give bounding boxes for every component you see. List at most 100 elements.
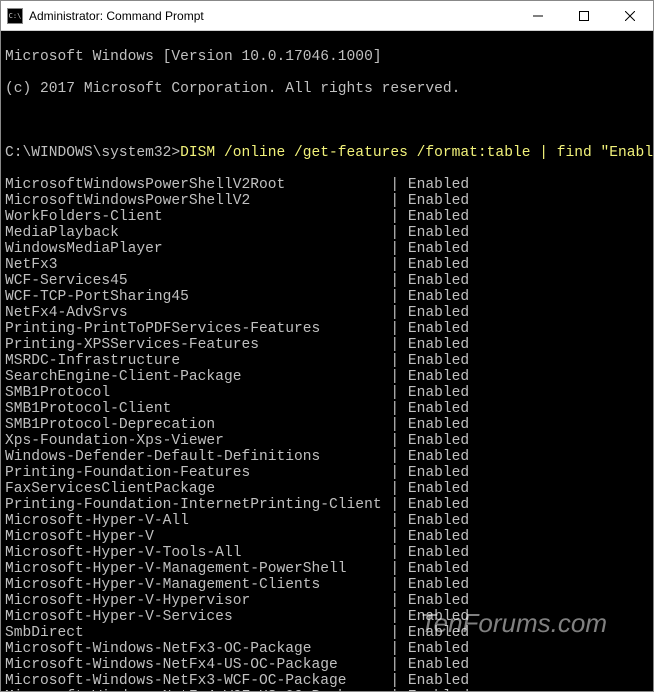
separator: |	[390, 609, 408, 625]
feature-name: Microsoft-Hyper-V-Management-Clients	[5, 577, 390, 593]
separator: |	[390, 353, 408, 369]
feature-status: Enabled	[408, 529, 469, 545]
feature-row: Microsoft-Hyper-V-Management-Clients | E…	[5, 577, 649, 593]
feature-name: MediaPlayback	[5, 225, 390, 241]
feature-name: MicrosoftWindowsPowerShellV2Root	[5, 177, 390, 193]
separator: |	[390, 545, 408, 561]
feature-row: SMB1Protocol-Client | Enabled	[5, 401, 649, 417]
feature-row: Microsoft-Windows-NetFx3-OC-Package | En…	[5, 641, 649, 657]
window-title: Administrator: Command Prompt	[29, 9, 204, 23]
maximize-icon	[579, 11, 589, 21]
feature-row: Microsoft-Hyper-V-Services | Enabled	[5, 609, 649, 625]
separator: |	[390, 657, 408, 673]
feature-row: NetFx3 | Enabled	[5, 257, 649, 273]
feature-row: SMB1Protocol | Enabled	[5, 385, 649, 401]
separator: |	[390, 417, 408, 433]
separator: |	[390, 305, 408, 321]
terminal-area[interactable]: Microsoft Windows [Version 10.0.17046.10…	[1, 31, 653, 691]
close-button[interactable]	[607, 1, 653, 31]
feature-status: Enabled	[408, 353, 469, 369]
feature-name: Xps-Foundation-Xps-Viewer	[5, 433, 390, 449]
cmd-icon	[7, 8, 23, 24]
minimize-icon	[533, 11, 543, 21]
separator: |	[390, 513, 408, 529]
separator: |	[390, 289, 408, 305]
copyright-line: (c) 2017 Microsoft Corporation. All righ…	[5, 81, 649, 97]
separator: |	[390, 369, 408, 385]
feature-status: Enabled	[408, 481, 469, 497]
feature-row: WCF-TCP-PortSharing45 | Enabled	[5, 289, 649, 305]
feature-row: MediaPlayback | Enabled	[5, 225, 649, 241]
feature-row: Microsoft-Windows-NetFx4-US-OC-Package |…	[5, 657, 649, 673]
separator: |	[390, 481, 408, 497]
feature-row: Printing-PrintToPDFServices-Features | E…	[5, 321, 649, 337]
separator: |	[390, 321, 408, 337]
separator: |	[390, 497, 408, 513]
feature-name: Microsoft-Hyper-V-Tools-All	[5, 545, 390, 561]
feature-status: Enabled	[408, 625, 469, 641]
feature-name: Microsoft-Windows-NetFx4-WCF-US-OC-Packa…	[5, 689, 390, 691]
feature-status: Enabled	[408, 209, 469, 225]
feature-row: MicrosoftWindowsPowerShellV2Root | Enabl…	[5, 177, 649, 193]
feature-name: Printing-Foundation-InternetPrinting-Cli…	[5, 497, 390, 513]
feature-status: Enabled	[408, 577, 469, 593]
feature-status: Enabled	[408, 385, 469, 401]
feature-row: Microsoft-Windows-NetFx4-WCF-US-OC-Packa…	[5, 689, 649, 691]
feature-status: Enabled	[408, 417, 469, 433]
separator: |	[390, 689, 408, 691]
feature-name: SMB1Protocol	[5, 385, 390, 401]
feature-status: Enabled	[408, 337, 469, 353]
separator: |	[390, 673, 408, 689]
separator: |	[390, 241, 408, 257]
feature-row: Microsoft-Hyper-V-All | Enabled	[5, 513, 649, 529]
feature-name: WindowsMediaPlayer	[5, 241, 390, 257]
feature-row: Xps-Foundation-Xps-Viewer | Enabled	[5, 433, 649, 449]
feature-row: Microsoft-Hyper-V-Management-PowerShell …	[5, 561, 649, 577]
feature-status: Enabled	[408, 593, 469, 609]
feature-name: Microsoft-Hyper-V-All	[5, 513, 390, 529]
feature-name: Microsoft-Windows-NetFx3-WCF-OC-Package	[5, 673, 390, 689]
feature-row: Printing-Foundation-InternetPrinting-Cli…	[5, 497, 649, 513]
feature-row: WCF-Services45 | Enabled	[5, 273, 649, 289]
command-text: DISM /online /get-features /format:table…	[180, 145, 653, 161]
feature-status: Enabled	[408, 513, 469, 529]
feature-name: FaxServicesClientPackage	[5, 481, 390, 497]
separator: |	[390, 529, 408, 545]
feature-status: Enabled	[408, 657, 469, 673]
feature-row: Windows-Defender-Default-Definitions | E…	[5, 449, 649, 465]
separator: |	[390, 225, 408, 241]
separator: |	[390, 401, 408, 417]
separator: |	[390, 433, 408, 449]
titlebar-left: Administrator: Command Prompt	[1, 8, 204, 24]
feature-status: Enabled	[408, 689, 469, 691]
feature-row: Microsoft-Hyper-V | Enabled	[5, 529, 649, 545]
feature-status: Enabled	[408, 225, 469, 241]
feature-status: Enabled	[408, 609, 469, 625]
feature-status: Enabled	[408, 273, 469, 289]
feature-status: Enabled	[408, 673, 469, 689]
feature-name: MSRDC-Infrastructure	[5, 353, 390, 369]
feature-status: Enabled	[408, 561, 469, 577]
feature-row: WorkFolders-Client | Enabled	[5, 209, 649, 225]
feature-name: Microsoft-Hyper-V-Services	[5, 609, 390, 625]
feature-output: MicrosoftWindowsPowerShellV2Root | Enabl…	[5, 177, 649, 691]
feature-status: Enabled	[408, 641, 469, 657]
maximize-button[interactable]	[561, 1, 607, 31]
separator: |	[390, 177, 408, 193]
separator: |	[390, 449, 408, 465]
feature-status: Enabled	[408, 433, 469, 449]
feature-status: Enabled	[408, 177, 469, 193]
minimize-button[interactable]	[515, 1, 561, 31]
feature-status: Enabled	[408, 241, 469, 257]
titlebar[interactable]: Administrator: Command Prompt	[1, 1, 653, 31]
feature-row: SmbDirect | Enabled	[5, 625, 649, 641]
feature-name: Microsoft-Hyper-V-Management-PowerShell	[5, 561, 390, 577]
feature-status: Enabled	[408, 193, 469, 209]
feature-row: MSRDC-Infrastructure | Enabled	[5, 353, 649, 369]
feature-status: Enabled	[408, 401, 469, 417]
feature-name: WCF-Services45	[5, 273, 390, 289]
feature-row: SearchEngine-Client-Package | Enabled	[5, 369, 649, 385]
feature-status: Enabled	[408, 465, 469, 481]
separator: |	[390, 561, 408, 577]
feature-status: Enabled	[408, 321, 469, 337]
